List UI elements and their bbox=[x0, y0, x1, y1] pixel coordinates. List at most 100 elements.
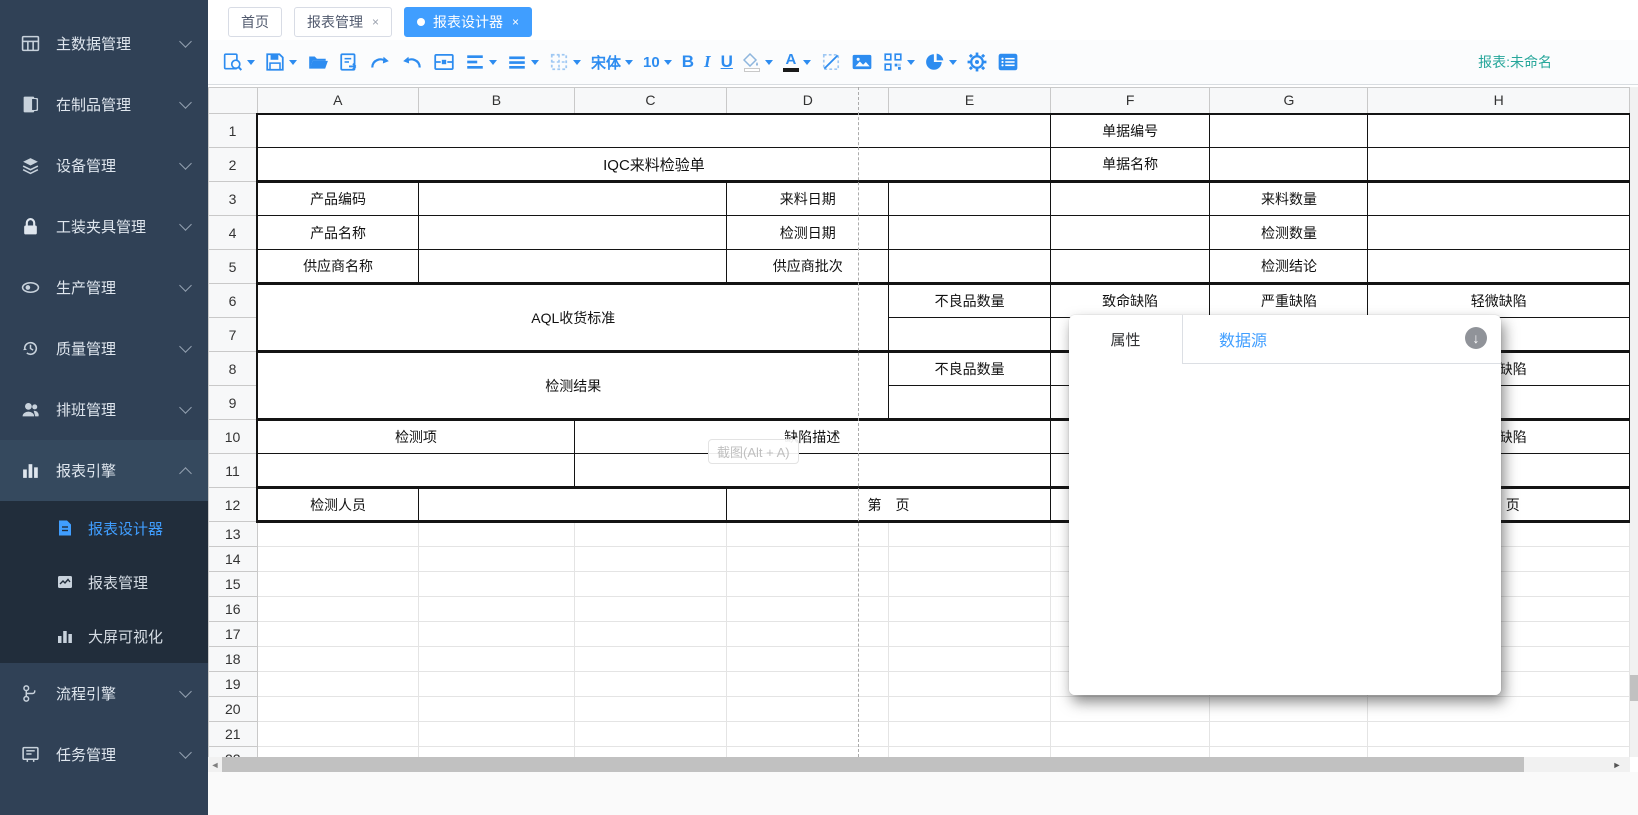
insert-image-button[interactable] bbox=[851, 52, 873, 72]
row-header[interactable]: 13 bbox=[209, 522, 258, 547]
cell-A11[interactable] bbox=[257, 454, 574, 488]
horizontal-scrollbar[interactable]: ◄ ► bbox=[208, 757, 1630, 772]
cell-H5[interactable] bbox=[1368, 250, 1630, 284]
row-header[interactable]: 7 bbox=[209, 318, 258, 352]
merge-cells-button[interactable] bbox=[433, 52, 455, 72]
cell-B5[interactable] bbox=[419, 250, 727, 284]
sidebar-item-wip[interactable]: 在制品管理 bbox=[0, 74, 208, 135]
cell-defect-desc[interactable]: 缺陷描述 bbox=[574, 420, 1050, 454]
cell-F4[interactable] bbox=[1050, 216, 1210, 250]
row-header[interactable]: 19 bbox=[209, 672, 258, 697]
row-header[interactable]: 1 bbox=[209, 114, 258, 148]
sidebar-item-equipment[interactable]: 设备管理 bbox=[0, 135, 208, 196]
row-header[interactable]: 10 bbox=[209, 420, 258, 454]
cell-E7[interactable] bbox=[889, 318, 1050, 352]
row-header[interactable]: 14 bbox=[209, 547, 258, 572]
undo-button[interactable] bbox=[401, 52, 423, 72]
sidebar-item-quality[interactable]: 质量管理 bbox=[0, 318, 208, 379]
cell-A5[interactable]: 供应商名称 bbox=[257, 250, 418, 284]
unmerge-cells-button[interactable] bbox=[821, 52, 841, 72]
save-button[interactable] bbox=[265, 52, 297, 72]
scroll-right-icon[interactable]: ► bbox=[1610, 757, 1624, 772]
sidebar-item-master-data[interactable]: 主数据管理 bbox=[0, 13, 208, 74]
row-header[interactable]: 16 bbox=[209, 597, 258, 622]
column-header[interactable]: F bbox=[1050, 88, 1210, 114]
column-header[interactable]: C bbox=[574, 88, 726, 114]
cell-page[interactable]: 第 页 bbox=[727, 488, 1051, 522]
row-header[interactable]: 12 bbox=[209, 488, 258, 522]
fill-color-button[interactable] bbox=[743, 53, 773, 72]
underline-button[interactable]: U bbox=[721, 52, 733, 72]
bold-button[interactable]: B bbox=[682, 52, 694, 72]
sidebar-item-report-manage[interactable]: 报表管理 bbox=[0, 555, 208, 609]
preview-button[interactable] bbox=[223, 52, 255, 72]
collapse-panel-button[interactable]: ↓ bbox=[1465, 327, 1487, 349]
cell-F1[interactable]: 单据编号 bbox=[1050, 114, 1210, 148]
cell-test-item[interactable]: 检测项 bbox=[257, 420, 574, 454]
tab-properties[interactable]: 属性 bbox=[1069, 315, 1183, 364]
properties-list-button[interactable] bbox=[997, 52, 1019, 72]
export-button[interactable] bbox=[339, 52, 359, 72]
redo-button[interactable] bbox=[369, 52, 391, 72]
cell-E8[interactable]: 不良品数量 bbox=[889, 352, 1050, 386]
cell-G4[interactable]: 检测数量 bbox=[1210, 216, 1368, 250]
row-header[interactable]: 3 bbox=[209, 182, 258, 216]
cell-B3[interactable] bbox=[419, 182, 727, 216]
cell-F3[interactable] bbox=[1050, 182, 1210, 216]
row-header[interactable]: 4 bbox=[209, 216, 258, 250]
cell-H3[interactable] bbox=[1368, 182, 1630, 216]
column-header[interactable]: H bbox=[1368, 88, 1630, 114]
sidebar-item-report-designer[interactable]: 报表设计器 bbox=[0, 501, 208, 555]
cell-E6[interactable]: 不良品数量 bbox=[889, 284, 1050, 318]
cell-E3[interactable] bbox=[889, 182, 1050, 216]
close-icon[interactable]: × bbox=[512, 16, 519, 28]
scroll-left-icon[interactable]: ◄ bbox=[208, 757, 222, 772]
font-size-select[interactable]: 10 bbox=[643, 54, 672, 71]
cell-G6[interactable]: 严重缺陷 bbox=[1210, 284, 1368, 318]
cell-A1[interactable] bbox=[257, 114, 1050, 148]
qrcode-button[interactable] bbox=[883, 52, 915, 72]
cell-E9[interactable] bbox=[889, 386, 1050, 420]
cell-D3[interactable]: 来料日期 bbox=[727, 182, 889, 216]
column-header[interactable]: A bbox=[257, 88, 418, 114]
row-header[interactable]: 6 bbox=[209, 284, 258, 318]
cell-D5[interactable]: 供应商批次 bbox=[727, 250, 889, 284]
cell-F2[interactable]: 单据名称 bbox=[1050, 148, 1210, 182]
cell-G1[interactable] bbox=[1210, 114, 1368, 148]
line-style-button[interactable] bbox=[507, 52, 539, 72]
row-header[interactable]: 17 bbox=[209, 622, 258, 647]
cell-B4[interactable] bbox=[419, 216, 727, 250]
cell-H2[interactable] bbox=[1368, 148, 1630, 182]
row-header[interactable]: 9 bbox=[209, 386, 258, 420]
horizontal-scrollbar-thumb[interactable] bbox=[222, 757, 1524, 772]
cell-A3[interactable]: 产品编码 bbox=[257, 182, 418, 216]
cell-inspector[interactable]: 检测人员 bbox=[257, 488, 418, 522]
sidebar-item-process-engine[interactable]: 流程引擎 bbox=[0, 663, 208, 724]
cell-G3[interactable]: 来料数量 bbox=[1210, 182, 1368, 216]
font-color-button[interactable]: A bbox=[783, 52, 811, 72]
cell-title[interactable]: IQC来料检验单 bbox=[257, 148, 1050, 182]
cell-C11[interactable] bbox=[574, 454, 1050, 488]
font-family-select[interactable]: 宋体 bbox=[591, 52, 633, 73]
row-header[interactable]: 18 bbox=[209, 647, 258, 672]
tab-report-designer[interactable]: 报表设计器 × bbox=[404, 7, 532, 37]
cell-result[interactable]: 检测结果 bbox=[257, 352, 889, 420]
open-button[interactable] bbox=[307, 52, 329, 72]
chart-button[interactable] bbox=[925, 52, 957, 72]
tab-report-manage[interactable]: 报表管理 × bbox=[294, 7, 392, 37]
sidebar-item-report-engine[interactable]: 报表引擎 bbox=[0, 440, 208, 501]
cell-AQL[interactable]: AQL收货标准 bbox=[257, 284, 889, 352]
vertical-scrollbar-thumb[interactable] bbox=[1630, 675, 1638, 701]
row-header[interactable]: 11 bbox=[209, 454, 258, 488]
cell-F5[interactable] bbox=[1050, 250, 1210, 284]
row-header[interactable]: 21 bbox=[209, 722, 258, 747]
tab-home[interactable]: 首页 bbox=[228, 7, 282, 37]
cell-H4[interactable] bbox=[1368, 216, 1630, 250]
border-button[interactable] bbox=[549, 52, 581, 72]
column-header[interactable]: D bbox=[727, 88, 889, 114]
row-header[interactable]: 22 bbox=[209, 747, 258, 758]
cell-H6[interactable]: 轻微缺陷 bbox=[1368, 284, 1630, 318]
sidebar-item-task-manage[interactable]: 任务管理 bbox=[0, 724, 208, 785]
sidebar-item-production[interactable]: 生产管理 bbox=[0, 257, 208, 318]
row-header[interactable]: 20 bbox=[209, 697, 258, 722]
